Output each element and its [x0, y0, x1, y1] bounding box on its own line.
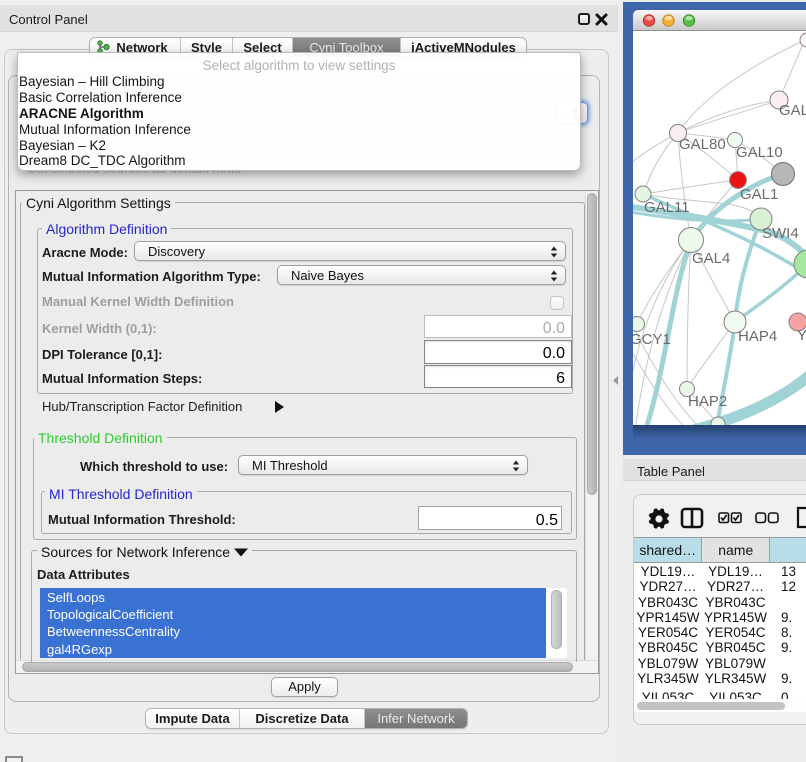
svg-text:GAL1: GAL1: [740, 186, 778, 203]
svg-text:GAL80: GAL80: [679, 136, 726, 153]
svg-text:SWI4: SWI4: [762, 225, 799, 242]
svg-text:GAL4: GAL4: [692, 250, 730, 267]
svg-text:GAL7: GAL7: [779, 102, 806, 119]
svg-text:HAP2: HAP2: [688, 393, 727, 410]
svg-text:GAL11: GAL11: [644, 199, 690, 216]
svg-text:YE: YE: [797, 327, 806, 344]
svg-text:GCY1: GCY1: [633, 331, 671, 348]
svg-text:GAL10: GAL10: [736, 144, 783, 161]
svg-text:HAP4: HAP4: [738, 328, 777, 345]
